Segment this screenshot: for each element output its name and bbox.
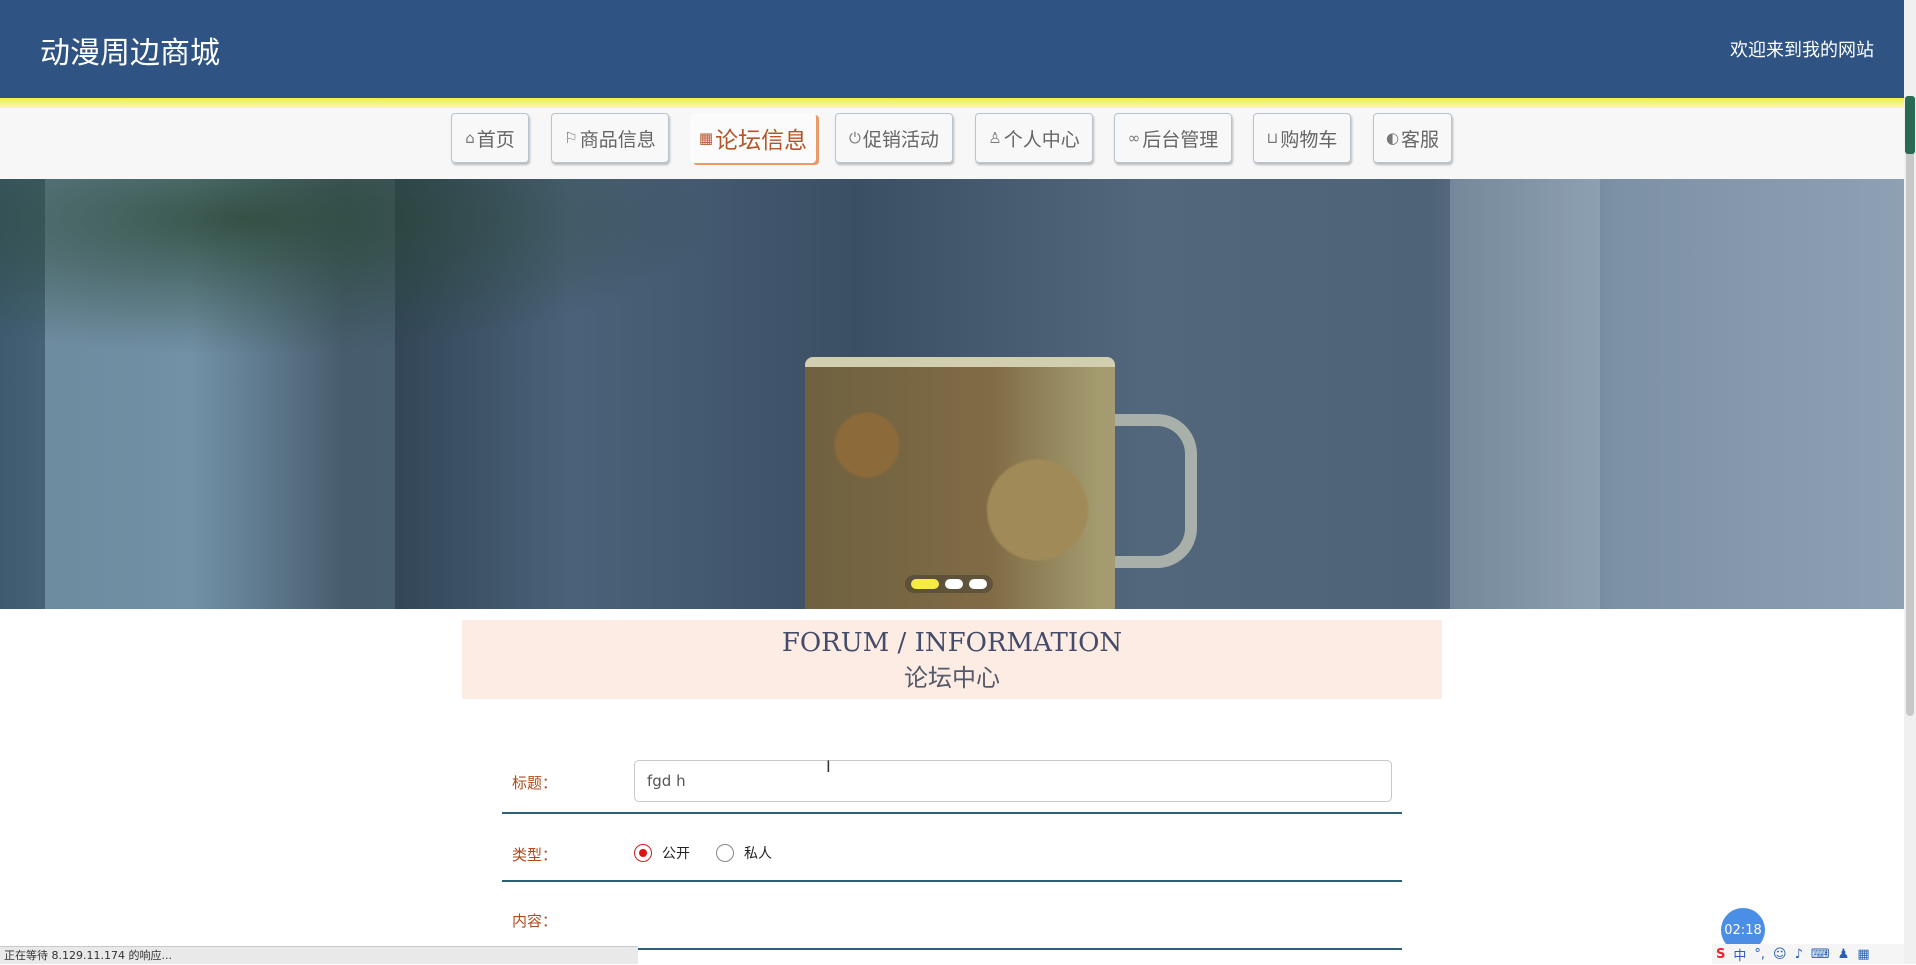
nav-item-forum[interactable]: ▦ 论坛信息 xyxy=(690,113,816,163)
nav-item-admin[interactable]: ∞ 后台管理 xyxy=(1114,113,1232,163)
home-icon: ⌂ xyxy=(465,129,475,147)
radio-label: 私人 xyxy=(744,846,772,862)
banner-mug-handle xyxy=(1115,414,1197,568)
nav-item-label: 首页 xyxy=(476,128,515,151)
nav-item-label: 个人中心 xyxy=(1003,128,1080,151)
radio-unchecked-icon[interactable] xyxy=(716,844,734,862)
nav-item-label: 购物车 xyxy=(1280,128,1338,151)
banner-window xyxy=(1450,179,1600,609)
cart-icon: ⊔ xyxy=(1266,129,1279,147)
link-icon: ∞ xyxy=(1127,129,1141,147)
type-label: 类型： xyxy=(512,846,558,864)
ime-toolbar[interactable]: S 中 °, ☺ ♪ ⌨ ♟ ▦ xyxy=(1712,944,1904,964)
nav-item-service[interactable]: ◐ 客服 xyxy=(1373,113,1452,163)
welcome-text: 欢迎来到我的网站 xyxy=(1730,40,1874,61)
forum-title-cn: 论坛中心 xyxy=(904,664,1000,692)
flag-icon: ⚐ xyxy=(564,129,578,147)
form-row-content: 内容： xyxy=(502,880,1402,950)
nav-item-promotions[interactable]: ⏻ 促销活动 xyxy=(835,113,953,163)
skin-icon[interactable]: ♟ xyxy=(1838,947,1850,962)
nav-item-products[interactable]: ⚐ 商品信息 xyxy=(551,113,669,163)
scrollbar-thumb[interactable] xyxy=(1906,96,1914,716)
mic-icon[interactable]: ♪ xyxy=(1795,947,1803,962)
menu-icon[interactable]: ▦ xyxy=(1857,947,1869,962)
title-label: 标题： xyxy=(512,774,558,792)
site-header: 动漫周边商城 欢迎来到我的网站 xyxy=(0,0,1904,98)
power-icon: ⏻ xyxy=(849,129,861,147)
browser-status-bar: 正在等待 8.129.11.174 的响应... xyxy=(0,946,638,964)
banner-mug-image xyxy=(805,357,1115,609)
nav-item-profile[interactable]: ♙ 个人中心 xyxy=(975,113,1093,163)
main-nav: ⌂ 首页 ⚐ 商品信息 ▦ 论坛信息 ⏻ 促销活动 ♙ 个人中心 ∞ 后台管理 … xyxy=(0,108,1904,179)
nav-item-label: 商品信息 xyxy=(579,128,656,151)
radio-checked-icon[interactable] xyxy=(634,844,652,862)
emoji-icon[interactable]: ☺ xyxy=(1773,947,1787,962)
ime-lang[interactable]: 中 xyxy=(1733,945,1746,964)
forum-title-en: FORUM / INFORMATION xyxy=(781,628,1123,658)
nav-item-label: 客服 xyxy=(1401,128,1440,151)
radio-label: 公开 xyxy=(662,846,690,862)
type-radio-private[interactable]: 私人 xyxy=(716,843,772,863)
banner-carousel[interactable] xyxy=(0,179,1904,609)
carousel-dot-1[interactable] xyxy=(911,579,939,589)
punctuation-icon[interactable]: °, xyxy=(1754,947,1765,962)
text-cursor-icon: I xyxy=(826,757,831,776)
user-icon: ♙ xyxy=(988,129,1002,147)
content-label: 内容： xyxy=(512,912,558,930)
header-accent-bar xyxy=(0,98,1904,108)
scrollbar-marker xyxy=(1905,96,1915,154)
nav-item-label: 论坛信息 xyxy=(715,128,808,154)
title-input[interactable] xyxy=(634,760,1392,802)
banner-leaves xyxy=(0,179,800,379)
nav-item-home[interactable]: ⌂ 首页 xyxy=(451,113,529,163)
forum-heading: FORUM / INFORMATION 论坛中心 xyxy=(462,620,1442,699)
keyboard-icon[interactable]: ⌨ xyxy=(1811,947,1830,962)
carousel-dot-3[interactable] xyxy=(969,579,987,589)
nav-item-cart[interactable]: ⊔ 购物车 xyxy=(1253,113,1351,163)
grid-icon: ▦ xyxy=(698,129,714,147)
carousel-dot-2[interactable] xyxy=(945,579,963,589)
site-title[interactable]: 动漫周边商城 xyxy=(40,28,220,72)
service-icon: ◐ xyxy=(1385,129,1400,147)
nav-item-label: 后台管理 xyxy=(1142,128,1219,151)
carousel-indicators xyxy=(905,575,993,593)
sogou-icon[interactable]: S xyxy=(1716,947,1725,962)
type-radio-public[interactable]: 公开 xyxy=(634,843,690,863)
nav-item-label: 促销活动 xyxy=(862,128,939,151)
page-scrollbar[interactable] xyxy=(1904,0,1916,964)
